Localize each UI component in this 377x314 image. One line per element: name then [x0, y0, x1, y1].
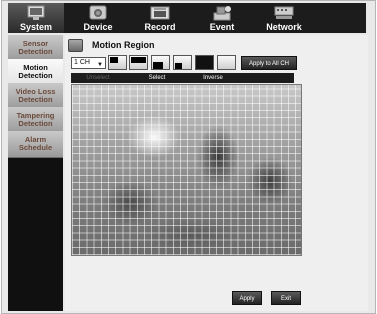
grid-left-icon [153, 62, 163, 69]
top-menu-bar: System Device Record Event Network [8, 3, 366, 33]
tab-device-label: Device [83, 22, 113, 32]
tab-system[interactable]: System [8, 3, 64, 33]
grid-full-icon [110, 57, 118, 63]
main-panel: Motion Region 1 CH ▼ Apply to All CH Uns… [65, 35, 368, 311]
unselect-button[interactable]: Unselect [74, 73, 122, 83]
channel-select[interactable]: 1 CH ▼ [71, 57, 106, 69]
select-button[interactable]: Select [133, 73, 181, 83]
grid-clear-button[interactable] [217, 55, 236, 70]
tab-record-label: Record [144, 22, 176, 32]
grid-top-button[interactable] [129, 55, 148, 70]
record-icon [150, 6, 170, 20]
app-window: System Device Record Event Network Senso… [1, 0, 376, 314]
sidebar-item-label: Detection [18, 47, 53, 56]
apply-button[interactable]: Apply [232, 291, 262, 305]
tab-network[interactable]: Network [256, 3, 312, 33]
sidebar-item-tampering-detection[interactable]: Tampering Detection [8, 107, 63, 134]
sidebar-item-sensor-detection[interactable]: Sensor Detection [8, 35, 63, 62]
device-icon [89, 5, 107, 20]
channel-select-value: 1 CH [74, 59, 90, 66]
network-icon [274, 6, 294, 19]
grid-left-button[interactable] [151, 55, 170, 70]
tab-record[interactable]: Record [132, 3, 188, 33]
sidebar-item-label: Detection [18, 95, 53, 104]
tab-system-label: System [19, 22, 53, 32]
page-title: Motion Region [92, 40, 155, 50]
event-icon [213, 6, 231, 21]
motion-icon [68, 39, 83, 52]
motion-region-video-grid[interactable] [71, 84, 302, 256]
sidebar-item-alarm-schedule[interactable]: Alarm Schedule [8, 131, 63, 158]
sidebar: Sensor Detection Motion Detection Video … [8, 35, 63, 311]
exit-button[interactable]: Exit [271, 291, 301, 305]
system-icon [27, 5, 45, 20]
tab-event[interactable]: Event [194, 3, 250, 33]
inverse-button[interactable]: Inverse [189, 73, 237, 83]
sidebar-item-label: Detection [18, 119, 53, 128]
selection-mode-bar: Unselect Select Inverse [71, 73, 294, 83]
tab-network-label: Network [266, 22, 302, 32]
grid-all-button[interactable] [195, 55, 214, 70]
sidebar-item-label: Schedule [18, 143, 53, 152]
grid-top-icon [131, 57, 146, 63]
motion-grid-overlay[interactable] [72, 85, 301, 255]
grid-corner-button[interactable] [173, 55, 192, 70]
tab-device[interactable]: Device [70, 3, 126, 33]
sidebar-item-motion-detection[interactable]: Motion Detection [8, 59, 63, 86]
grid-corner-icon [175, 63, 182, 69]
sidebar-item-label: Detection [18, 71, 53, 80]
grid-full-button[interactable] [108, 55, 127, 70]
chevron-down-icon: ▼ [97, 62, 103, 68]
sidebar-item-video-loss-detection[interactable]: Video Loss Detection [8, 83, 63, 110]
tab-event-label: Event [209, 22, 235, 32]
apply-to-all-ch-button[interactable]: Apply to All CH [241, 56, 297, 70]
